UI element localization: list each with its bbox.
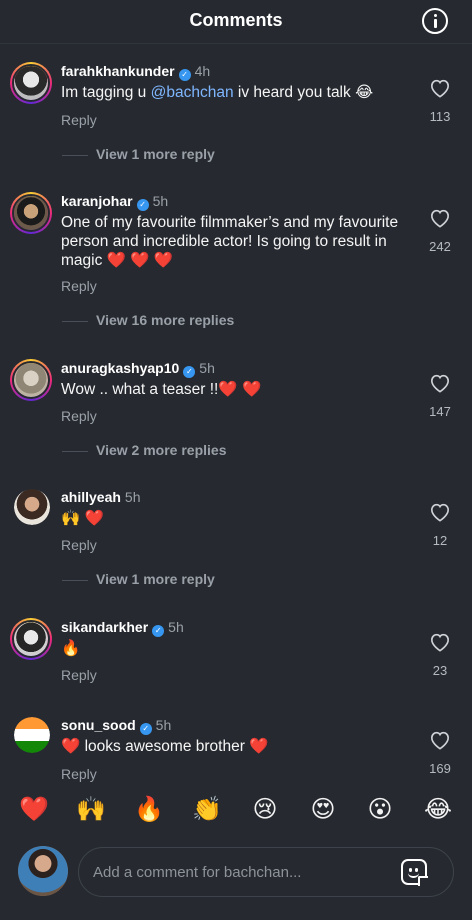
comment-time: 5h [155, 717, 172, 733]
like-count: 23 [432, 663, 448, 678]
comment-time: 5h [168, 619, 184, 635]
heart-outline-icon [430, 374, 450, 393]
comment-time: 5h [124, 489, 141, 505]
like-count: 12 [432, 533, 448, 548]
comment-time: 5h [199, 360, 215, 376]
reply-button[interactable]: Reply [61, 667, 97, 683]
like-button[interactable]: 147 [424, 373, 456, 419]
comment-text: Wow .. what a teaser !!❤️ ❤️ [61, 381, 262, 398]
view-more-replies[interactable]: View 1 more reply [62, 146, 215, 162]
like-count: 147 [429, 404, 451, 419]
reaction-clap[interactable]: 👏 [190, 793, 224, 827]
reaction-heart-eyes[interactable]: 😍 [306, 793, 340, 827]
verified-badge-icon: ✓ [178, 69, 191, 81]
username[interactable]: ahillyeah [61, 489, 121, 505]
comment-text: Im tagging u @bachchan iv heard you talk… [61, 84, 374, 101]
avatar[interactable] [14, 489, 50, 525]
comment-text: One of my favourite filmmaker’s and my f… [61, 214, 399, 269]
reply-button[interactable]: Reply [61, 408, 97, 424]
comment-composer [0, 842, 472, 920]
like-count: 113 [429, 109, 451, 124]
like-button[interactable]: 12 [424, 502, 456, 548]
page-title: Comments [189, 10, 283, 30]
username[interactable]: karanjohar [61, 193, 133, 209]
username[interactable]: farahkhankunder [61, 63, 175, 79]
avatar[interactable] [10, 62, 52, 104]
comment-time: 5h [152, 193, 169, 209]
reply-button[interactable]: Reply [61, 537, 97, 553]
reaction-surprised[interactable]: 😮 [363, 793, 397, 827]
username[interactable]: sikandarkher [61, 619, 148, 635]
reaction-heart[interactable]: ❤️ [17, 793, 51, 827]
header: Comments [0, 0, 472, 44]
reaction-crying[interactable]: 😢 [248, 793, 282, 827]
mention-link[interactable]: @bachchan [151, 84, 234, 101]
verified-badge-icon: ✓ [183, 366, 196, 378]
like-count: 169 [429, 761, 451, 776]
heart-outline-icon [430, 503, 450, 522]
quick-reaction-bar: ❤️ 🙌 🔥 👏 😢 😍 😮 😂 [0, 793, 472, 833]
avatar[interactable] [10, 618, 52, 660]
info-icon[interactable] [422, 8, 448, 34]
username[interactable]: sonu_sood [61, 717, 136, 733]
avatar[interactable] [14, 717, 50, 753]
avatar[interactable] [10, 359, 52, 401]
comment-input-box[interactable] [78, 847, 454, 897]
verified-badge-icon: ✓ [152, 625, 165, 637]
avatar[interactable] [10, 192, 52, 234]
reaction-laughing[interactable]: 😂 [421, 793, 455, 827]
like-button[interactable]: 23 [424, 632, 456, 678]
reaction-raised-hands[interactable]: 🙌 [74, 793, 108, 827]
username[interactable]: anuragkashyap10 [61, 360, 179, 376]
like-button[interactable]: 242 [424, 208, 456, 254]
reply-button[interactable]: Reply [61, 112, 97, 128]
view-more-replies[interactable]: View 2 more replies [62, 442, 226, 458]
comment-text: 🔥 [61, 640, 81, 657]
like-count: 242 [429, 239, 451, 254]
reply-button[interactable]: Reply [61, 766, 97, 782]
comment-input[interactable] [93, 848, 393, 896]
view-more-replies[interactable]: View 16 more replies [62, 312, 234, 328]
reply-button[interactable]: Reply [61, 278, 97, 294]
avatar [18, 846, 68, 896]
heart-outline-icon [430, 79, 450, 98]
view-more-replies[interactable]: View 1 more reply [62, 571, 215, 587]
comment-text: ❤️ looks awesome brother ❤️ [61, 738, 269, 755]
heart-outline-icon [430, 731, 450, 750]
like-button[interactable]: 113 [424, 78, 456, 124]
like-button[interactable]: 169 [424, 730, 456, 776]
heart-outline-icon [430, 209, 450, 228]
sticker-icon[interactable] [401, 859, 428, 886]
verified-badge-icon: ✓ [136, 199, 149, 211]
comment-text: 🙌 ❤️ [61, 510, 104, 527]
reaction-fire[interactable]: 🔥 [132, 793, 166, 827]
comment-time: 4h [194, 63, 211, 79]
heart-outline-icon [430, 633, 450, 652]
verified-badge-icon: ✓ [139, 723, 152, 735]
